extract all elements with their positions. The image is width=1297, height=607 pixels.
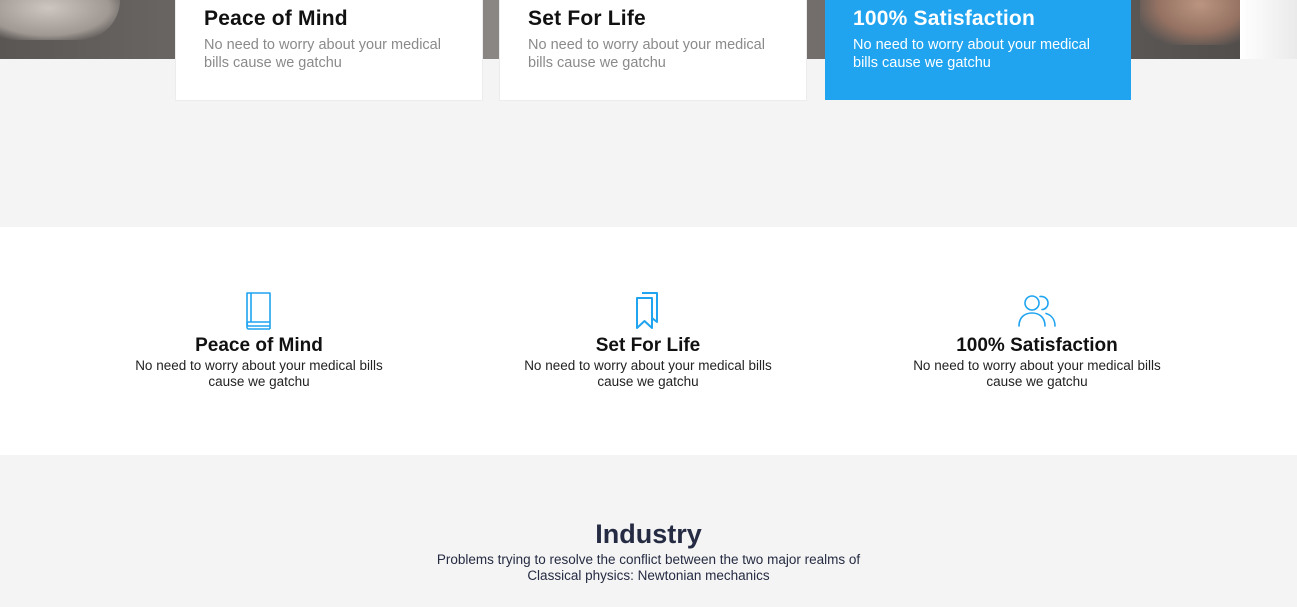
card-peace-of-mind[interactable]: Peace of Mind No need to worry about you…	[176, 0, 482, 100]
industry-title: Industry	[595, 519, 702, 549]
card-title: 100% Satisfaction	[853, 7, 1035, 30]
card-title: Set For Life	[528, 7, 646, 30]
feature-text: No need to worry about your medical bill…	[913, 358, 1161, 389]
feature-title: Peace of Mind	[195, 335, 323, 356]
feature-text: No need to worry about your medical bill…	[135, 358, 383, 389]
bookmarks-icon	[636, 292, 658, 329]
industry-text: Problems trying to resolve the conflict …	[436, 552, 861, 583]
card-title: Peace of Mind	[204, 7, 348, 30]
card-set-for-life[interactable]: Set For Life No need to worry about your…	[500, 0, 806, 100]
users-icon	[1018, 295, 1056, 327]
feature-title: 100% Satisfaction	[956, 335, 1118, 356]
book-icon	[246, 292, 271, 330]
industry-section: Industry Problems trying to resolve the …	[0, 518, 1297, 584]
card-satisfaction[interactable]: 100% Satisfaction No need to worry about…	[825, 0, 1131, 100]
hero-image-detail	[1240, 0, 1297, 59]
card-text: No need to worry about your medical bill…	[853, 37, 1090, 71]
card-text: No need to worry about your medical bill…	[528, 37, 765, 71]
card-text: No need to worry about your medical bill…	[204, 37, 441, 71]
feature-peace-of-mind: Peace of Mind No need to worry about you…	[119, 290, 399, 390]
feature-text: No need to worry about your medical bill…	[524, 358, 772, 389]
feature-title: Set For Life	[595, 335, 701, 356]
features-section: Peace of Mind No need to worry about you…	[0, 227, 1297, 455]
feature-set-for-life: Set For Life No need to worry about your…	[508, 290, 788, 390]
hero-image-detail	[0, 0, 120, 40]
feature-satisfaction: 100% Satisfaction No need to worry about…	[897, 290, 1177, 390]
